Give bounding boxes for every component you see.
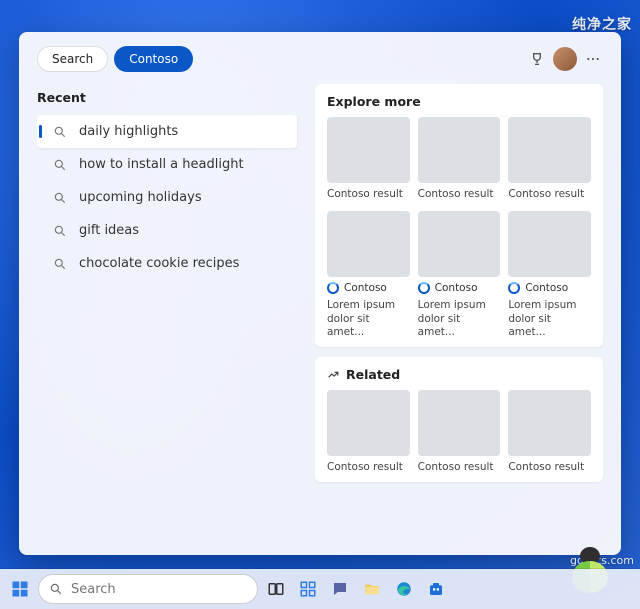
tile-caption: Lorem ipsum dolor sit amet... [327, 299, 410, 338]
tile-caption: Contoso result [327, 188, 410, 201]
tile-caption: Lorem ipsum dolor sit amet... [508, 299, 591, 338]
recent-item[interactable]: daily highlights [37, 115, 297, 148]
watermark-bottom: gdhtcs.com [570, 554, 634, 567]
more-icon[interactable] [583, 49, 603, 69]
tile-source: Contoso [327, 282, 410, 294]
tile-caption: Contoso result [418, 188, 501, 201]
flyout-header: Search Contoso [37, 46, 603, 72]
search-icon [53, 257, 67, 271]
result-tile[interactable]: Contoso Lorem ipsum dolor sit amet... [508, 211, 591, 339]
tile-thumbnail [418, 211, 501, 277]
watermark-top: 纯净之家 [572, 14, 632, 34]
result-tile[interactable]: Contoso result [508, 117, 591, 201]
taskbar-search[interactable] [38, 574, 258, 604]
tile-thumbnail [327, 390, 410, 456]
search-icon [53, 158, 67, 172]
tile-caption: Lorem ipsum dolor sit amet... [418, 299, 501, 338]
tab-search[interactable]: Search [37, 46, 108, 72]
search-icon [53, 125, 67, 139]
explore-heading: Explore more [327, 94, 591, 109]
recent-item-label: upcoming holidays [79, 190, 202, 205]
trend-icon [327, 368, 340, 381]
result-tile[interactable]: Contoso Lorem ipsum dolor sit amet... [327, 211, 410, 339]
tile-source: Contoso [418, 282, 501, 294]
result-tile[interactable]: Contoso result [327, 390, 410, 474]
recent-heading: Recent [37, 90, 297, 105]
result-tile[interactable]: Contoso result [327, 117, 410, 201]
result-tile[interactable]: Contoso Lorem ipsum dolor sit amet... [418, 211, 501, 339]
tile-thumbnail [327, 211, 410, 277]
store-icon[interactable] [422, 575, 450, 603]
chat-icon[interactable] [326, 575, 354, 603]
recent-item-label: gift ideas [79, 223, 139, 238]
tile-thumbnail [508, 211, 591, 277]
tab-contoso[interactable]: Contoso [114, 46, 193, 72]
taskbar-search-input[interactable] [71, 582, 247, 597]
start-button[interactable] [6, 575, 34, 603]
recent-item[interactable]: upcoming holidays [37, 181, 297, 214]
tile-thumbnail [418, 390, 501, 456]
recent-item-label: daily highlights [79, 124, 178, 139]
tile-caption: Contoso result [418, 461, 501, 474]
results-pane: Explore more Contoso result Contoso resu… [315, 84, 603, 541]
contoso-icon [327, 282, 339, 294]
tile-caption: Contoso result [508, 188, 591, 201]
tile-thumbnail [508, 117, 591, 183]
search-icon [53, 224, 67, 238]
search-icon [49, 582, 63, 596]
tile-thumbnail [418, 117, 501, 183]
tile-caption: Contoso result [327, 461, 410, 474]
result-tile[interactable]: Contoso result [418, 390, 501, 474]
search-flyout: Search Contoso Recent daily highlights [19, 32, 621, 555]
taskbar [0, 569, 640, 609]
tile-source: Contoso [508, 282, 591, 294]
result-tile[interactable]: Contoso result [508, 390, 591, 474]
recent-item-label: how to install a headlight [79, 157, 244, 172]
related-heading: Related [346, 367, 400, 382]
edge-icon[interactable] [390, 575, 418, 603]
tile-thumbnail [508, 390, 591, 456]
tile-caption: Contoso result [508, 461, 591, 474]
related-section: Related Contoso result Contoso result Co… [315, 357, 603, 482]
contoso-icon [508, 282, 520, 294]
recent-item[interactable]: chocolate cookie recipes [37, 247, 297, 280]
result-tile[interactable]: Contoso result [418, 117, 501, 201]
explore-section: Explore more Contoso result Contoso resu… [315, 84, 603, 347]
recent-item[interactable]: how to install a headlight [37, 148, 297, 181]
widgets-icon[interactable] [294, 575, 322, 603]
task-view-icon[interactable] [262, 575, 290, 603]
recent-pane: Recent daily highlights how to install a… [37, 84, 297, 541]
tile-thumbnail [327, 117, 410, 183]
recent-item-label: chocolate cookie recipes [79, 256, 239, 271]
recent-item[interactable]: gift ideas [37, 214, 297, 247]
user-avatar[interactable] [553, 47, 577, 71]
file-explorer-icon[interactable] [358, 575, 386, 603]
search-icon [53, 191, 67, 205]
contoso-icon [418, 282, 430, 294]
rewards-icon[interactable] [527, 49, 547, 69]
